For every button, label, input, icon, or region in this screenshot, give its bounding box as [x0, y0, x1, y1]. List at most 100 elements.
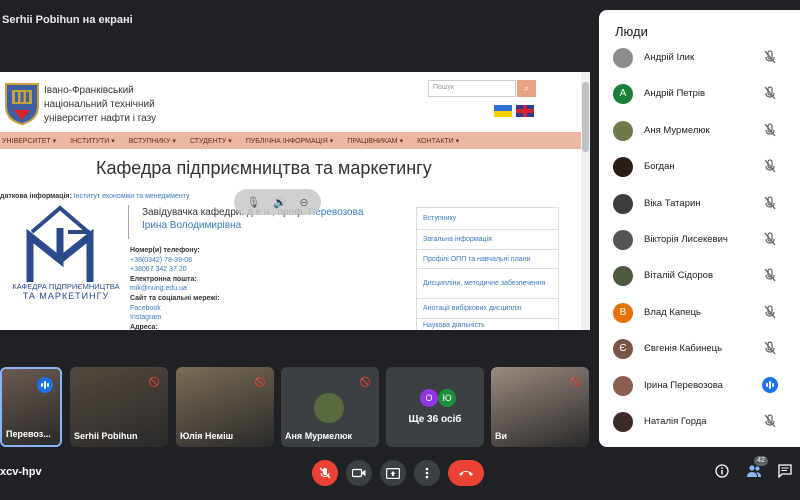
mic-off-icon: 🚫 — [254, 377, 266, 387]
participant-row[interactable]: Аня Мурмелюк — [599, 119, 800, 143]
side-menu-item[interactable]: Профілі ОПП та навчальні плани — [417, 250, 558, 269]
participant-name: Віка Татарин — [644, 197, 701, 209]
participant-row[interactable]: Ірина Перевозова — [599, 374, 800, 398]
avatar — [613, 375, 633, 396]
mic-off-icon[interactable] — [762, 340, 778, 356]
speaking-indicator-icon[interactable] — [762, 376, 778, 393]
contact-block: Номер(и) телефону: +38(0342) 78-39-08 +380… — [130, 246, 330, 330]
nav-item[interactable]: ПРАЦІВНИКАМ ▾ — [345, 137, 415, 145]
avatar: О — [420, 389, 438, 407]
participant-row[interactable]: Богдан — [599, 155, 800, 179]
avatar — [613, 157, 633, 178]
participant-name: Юлія Неміш — [180, 431, 234, 441]
mic-off-icon[interactable] — [762, 413, 778, 429]
mic-off-icon[interactable] — [762, 49, 778, 65]
nav-item[interactable]: ІНСТИТУТИ ▾ — [68, 137, 127, 145]
mic-off-icon[interactable] — [762, 231, 778, 247]
more-participants-tile[interactable]: О Ю Ще 36 осіб — [386, 367, 484, 447]
mic-off-icon: 🚫 — [148, 377, 160, 387]
participant-name: Ви — [495, 431, 508, 441]
remove-icon[interactable]: ⊖ — [299, 196, 308, 209]
side-menu-item[interactable]: Анотації вибіркових дисциплін — [417, 299, 558, 319]
mic-off-icon[interactable] — [762, 158, 778, 174]
mic-off-icon[interactable] — [762, 195, 778, 211]
ukrainian-flag-icon[interactable] — [494, 105, 512, 117]
side-menu-item[interactable]: Наукова діяльність — [417, 319, 558, 330]
nav-item[interactable]: КОНТАКТИ ▾ — [415, 137, 471, 145]
institute-link[interactable]: Інститут економіки та менеджменту — [74, 193, 190, 200]
participant-tile[interactable]: Перевоз... — [0, 367, 62, 447]
self-tile[interactable]: 🚫 Ви — [491, 367, 589, 447]
participant-tile[interactable]: 🚫 Аня Мурмелюк — [281, 367, 379, 447]
nav-item[interactable]: УНІВЕРСИТЕТ ▾ — [0, 137, 68, 145]
nav-item[interactable]: ВСТУПНИКУ ▾ — [127, 137, 188, 145]
site-search-button[interactable]: ⌕ — [517, 80, 536, 97]
people-icon[interactable] — [746, 464, 762, 481]
side-menu-item[interactable]: Вступнику — [417, 208, 558, 230]
side-menu-item[interactable]: Дисципліни, методичне забезпечення — [417, 269, 558, 299]
meeting-details-icon[interactable] — [715, 464, 729, 481]
nav-item[interactable]: СТУДЕНТУ ▾ — [188, 137, 244, 145]
mic-off-icon[interactable] — [762, 122, 778, 138]
department-logo-caption: КАФЕДРА ПІДПРИЄМНИЦТВА — [12, 282, 120, 291]
participant-name: Вікторія Лисекевич — [644, 234, 728, 245]
participant-row[interactable]: Є Євгенія Кабинець — [599, 337, 800, 361]
institute-label: даткова інформація: — [0, 193, 72, 200]
avatar — [613, 193, 633, 214]
participant-row[interactable]: A Андрій Петрів — [599, 82, 800, 106]
mic-off-icon — [319, 467, 331, 479]
present-icon — [386, 467, 400, 479]
mic-off-icon: 🚫 — [359, 377, 371, 387]
participant-row[interactable]: В Влад Капець — [599, 301, 800, 325]
chat-icon[interactable] — [778, 464, 792, 481]
people-count-badge: 42 — [754, 456, 768, 466]
participant-name: Аня Мурмелюк — [644, 124, 710, 136]
participant-name: Serhii Pobihun — [74, 431, 138, 441]
participant-name: Віталій Сідоров — [644, 270, 713, 282]
leave-call-button[interactable] — [448, 460, 484, 486]
department-side-menu: Вступнику Загальна інформація Профілі ОПП … — [416, 207, 559, 330]
present-screen-button[interactable] — [380, 460, 406, 486]
participant-name: Аня Мурмелюк — [285, 431, 353, 441]
site-search-input[interactable]: Пошук — [428, 80, 516, 97]
mic-off-icon: 🚫 — [569, 377, 581, 387]
camera-icon — [352, 468, 366, 478]
english-flag-icon[interactable] — [516, 105, 534, 117]
participant-row[interactable]: Наталія Горда — [599, 410, 800, 434]
avatar — [613, 120, 633, 141]
camera-toggle-button[interactable] — [346, 460, 372, 486]
participant-row[interactable]: Віталій Сідоров — [599, 264, 800, 288]
page-heading: Кафедра підприємництва та маркетингу — [96, 158, 432, 178]
participant-row[interactable]: Вікторія Лисекевич — [599, 228, 800, 252]
side-menu-item[interactable]: Загальна інформація — [417, 230, 558, 250]
more-options-button[interactable] — [414, 460, 440, 486]
scrollbar-thumb[interactable] — [582, 82, 589, 152]
university-name-line: університет нафти і газу — [44, 113, 157, 124]
mic-off-icon[interactable]: 🎙 — [246, 196, 260, 209]
university-name: Івано-Франківський національний технічни… — [44, 84, 184, 126]
avatar — [613, 230, 633, 250]
mic-toggle-button[interactable] — [312, 460, 338, 486]
contact-link[interactable]: Facebook — [130, 304, 330, 314]
contact-label: Номер(и) телефону: — [130, 247, 200, 254]
avatar: В — [613, 302, 633, 323]
contact-link[interactable]: +38(0342) 78-39-08 — [130, 256, 330, 266]
department-logo-caption: ТА МАРКЕТИНГУ — [22, 291, 110, 301]
mic-off-icon[interactable] — [762, 85, 778, 101]
participant-name: Влад Капець — [644, 306, 701, 318]
participant-row[interactable]: Андрій Ілик — [599, 46, 800, 70]
people-panel: Люди Андрій Ілик A Андрій Петрів Аня Мурмел… — [599, 10, 800, 447]
volume-icon[interactable]: 🔊 — [273, 196, 287, 209]
contact-link[interactable]: +38067 342 37 20 — [130, 265, 330, 275]
participant-row[interactable]: Віка Татарин — [599, 192, 800, 216]
mic-off-icon[interactable] — [762, 304, 778, 320]
contact-link[interactable]: mik@nung.edu.ua — [130, 284, 330, 294]
participant-tile[interactable]: 🚫 Serhii Pobihun — [70, 367, 168, 447]
contact-link[interactable]: Instagram — [130, 313, 330, 323]
panel-title: Люди — [615, 24, 648, 39]
speaking-indicator-icon — [37, 377, 53, 393]
nav-item[interactable]: ПУБЛІЧНА ІНФОРМАЦІЯ ▾ — [244, 137, 345, 145]
avatar — [613, 266, 633, 287]
mic-off-icon[interactable] — [762, 267, 778, 283]
participant-tile[interactable]: 🚫 Юлія Неміш — [176, 367, 274, 447]
